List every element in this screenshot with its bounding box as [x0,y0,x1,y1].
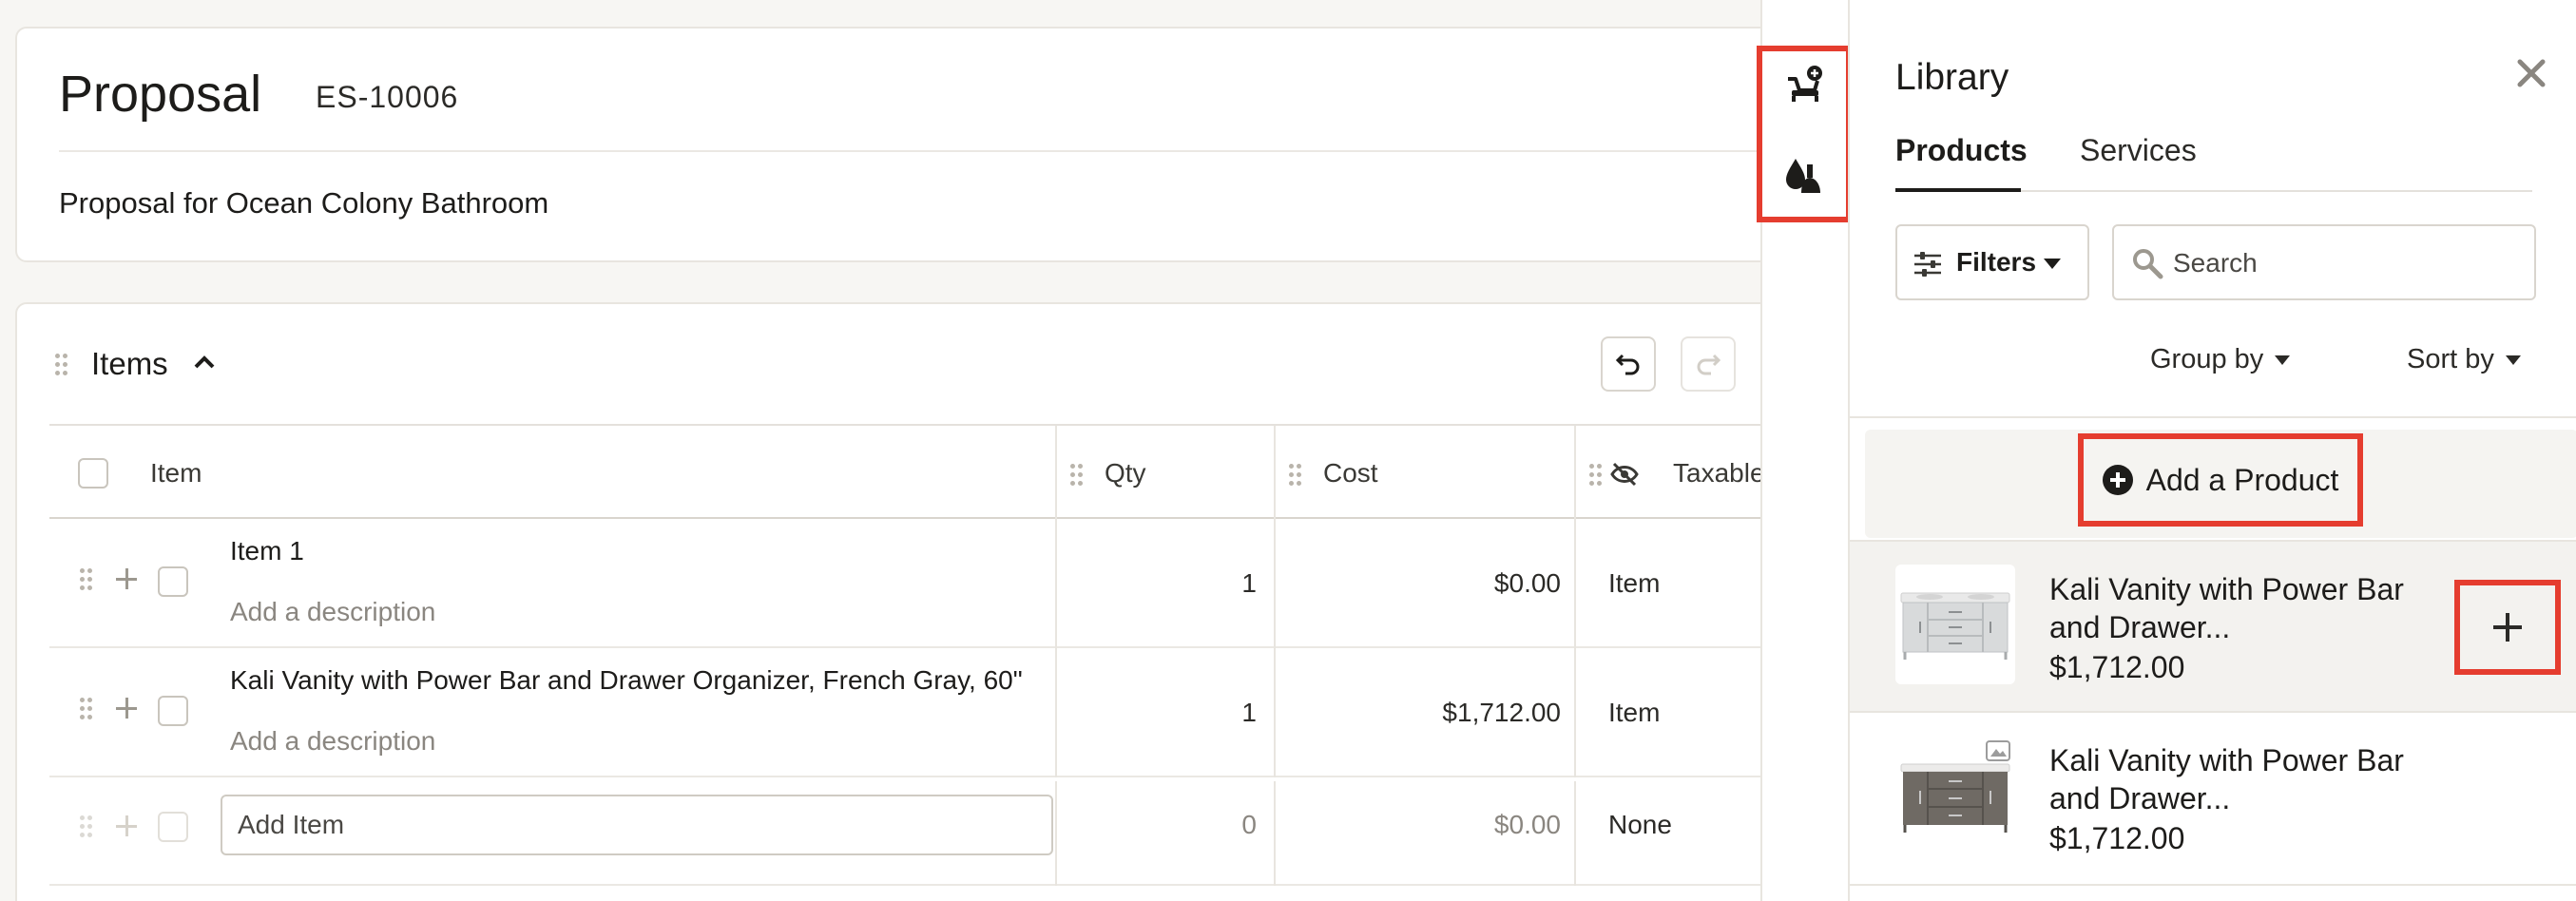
item-description[interactable]: Add a description [230,597,435,627]
item-qty[interactable]: 1 [1086,568,1257,599]
new-item-taxable[interactable]: None [1608,810,1672,840]
column-drag-handle-icon[interactable] [1589,464,1602,486]
new-item-cost[interactable]: $0.00 [1304,810,1561,840]
product-list-item[interactable]: Kali Vanity with Power Bar and Drawer...… [1850,713,2576,884]
row-checkbox[interactable] [158,566,188,597]
column-drag-handle-icon[interactable] [1289,464,1301,486]
rail-highlight [1757,46,1852,222]
proposal-subtitle[interactable]: Proposal for Ocean Colony Bathroom [59,186,548,220]
item-cost[interactable]: $0.00 [1304,568,1561,599]
column-divider [1574,781,1576,886]
column-divider [1274,519,1276,648]
new-item-qty[interactable]: 0 [1086,810,1257,840]
product-list-item[interactable]: Kali Vanity with Power Bar and Drawer...… [1850,542,2576,713]
filters-button[interactable]: Filters [1895,224,2089,300]
undo-icon [1615,354,1640,375]
row-drag-handle-icon[interactable] [80,698,92,719]
column-divider [1574,519,1576,648]
divider [59,150,1760,152]
product-name: Kali Vanity with Power Bar and Drawer... [2049,572,2404,644]
product-price: $1,712.00 [2049,821,2185,855]
group-by-label: Group by [2150,344,2264,374]
caret-down-icon [2044,259,2061,269]
items-section: Items Item Qty Cost Taxable Item 1 Add a… [15,302,1760,901]
new-item-row[interactable]: 0 $0.00 None [49,781,1760,886]
product-name: Kali Vanity with Power Bar and Drawer... [2049,743,2404,815]
select-all-checkbox[interactable] [78,458,108,489]
row-checkbox [158,812,188,842]
column-divider [1574,648,1576,777]
group-by-dropdown[interactable]: Group by [2150,344,2291,375]
table-row[interactable]: Kali Vanity with Power Bar and Drawer Or… [49,648,1760,777]
proposal-number: ES-10006 [316,80,459,114]
product-price: $1,712.00 [2049,650,2185,684]
column-divider [1274,781,1276,886]
undo-button[interactable] [1601,336,1656,392]
divider [1850,416,2576,418]
item-name[interactable]: Kali Vanity with Power Bar and Drawer Or… [230,665,1023,696]
column-header-cost[interactable]: Cost [1323,458,1378,489]
tab-products[interactable]: Products [1895,133,2028,168]
sort-by-label: Sort by [2407,344,2494,374]
item-cost[interactable]: $1,712.00 [1304,698,1561,728]
row-drag-handle-icon[interactable] [80,568,92,590]
column-divider [1274,426,1276,521]
table-header: Item Qty Cost Taxable [49,424,1760,521]
library-title: Library [1895,57,2009,98]
caret-down-icon [2505,355,2521,366]
redo-button[interactable] [1681,336,1736,392]
proposal-editor: Proposal ES-10006 Proposal for Ocean Col… [0,0,1760,901]
search-icon [2133,249,2163,279]
eye-off-icon[interactable] [1610,462,1639,487]
redo-icon [1697,354,1721,375]
add-sub-item-icon[interactable] [116,568,137,589]
caret-down-icon [2275,355,2291,366]
add-product-button[interactable]: Add a Product [2078,433,2363,527]
column-divider [1574,426,1576,521]
active-tab-indicator [1895,188,2021,192]
search-field[interactable] [2112,224,2536,300]
add-item-input[interactable] [221,795,1053,855]
column-header-item[interactable]: Item [150,458,202,489]
add-product-label: Add a Product [2145,462,2339,497]
add-sub-item-icon [116,815,137,836]
column-divider [1055,519,1057,648]
item-taxable[interactable]: Item [1608,568,1660,599]
item-name[interactable]: Item 1 [230,536,304,566]
column-header-qty[interactable]: Qty [1105,458,1146,489]
column-divider [1055,648,1057,777]
plus-icon [2493,613,2522,642]
item-taxable[interactable]: Item [1608,698,1660,728]
divider [1850,884,2576,886]
items-title[interactable]: Items [91,346,168,382]
page-title: Proposal [59,66,262,123]
column-drag-handle-icon[interactable] [1070,464,1083,486]
close-icon[interactable] [2515,57,2547,89]
column-header-taxable[interactable]: Taxable [1673,458,1760,489]
search-input[interactable] [2173,240,2515,287]
chevron-up-icon[interactable] [192,350,217,374]
add-sub-item-icon[interactable] [116,698,137,719]
column-divider [1055,781,1057,886]
plus-circle-icon [2102,465,2133,495]
sliders-icon [1914,252,1941,277]
add-to-proposal-button[interactable] [2454,580,2561,675]
product-thumbnail [1895,736,2015,855]
row-drag-handle-icon [80,815,92,837]
table-row[interactable]: Item 1 Add a description 1 $0.00 Item [49,519,1760,648]
tab-services[interactable]: Services [2080,133,2197,168]
library-panel: Library Products Services Filters Group … [1848,0,2576,901]
sort-by-dropdown[interactable]: Sort by [2407,344,2521,375]
section-drag-handle-icon[interactable] [55,354,67,375]
column-divider [1055,426,1057,521]
item-qty[interactable]: 1 [1086,698,1257,728]
filters-label: Filters [1956,247,2037,277]
row-checkbox[interactable] [158,696,188,726]
product-thumbnail [1895,565,2015,684]
proposal-header-card: Proposal ES-10006 Proposal for Ocean Col… [15,27,1760,262]
item-description[interactable]: Add a description [230,726,435,757]
column-divider [1274,648,1276,777]
